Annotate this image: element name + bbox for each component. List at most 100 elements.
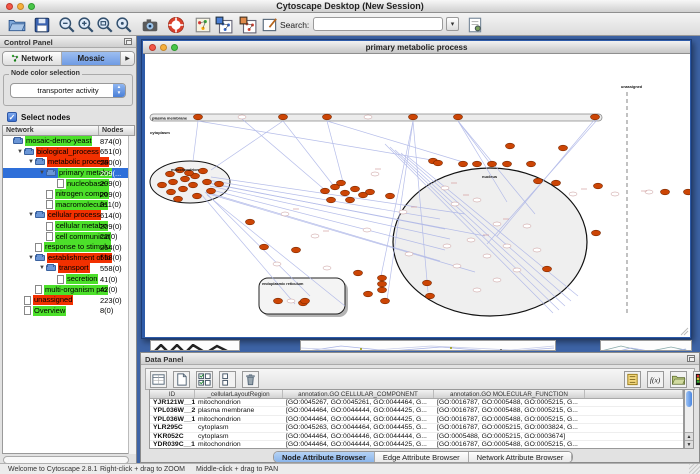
app-titlebar: Cytoscape Desktop (New Session): [0, 0, 700, 13]
search-input[interactable]: [313, 17, 443, 31]
layout-network-b-icon[interactable]: [239, 16, 257, 34]
attribute-list-icon[interactable]: [624, 371, 641, 388]
expand-arrow-icon[interactable]: ▼: [27, 255, 35, 261]
expand-arrow-icon[interactable]: ▼: [38, 170, 46, 176]
network-leaf-icon: [46, 232, 53, 241]
tree-item[interactable]: unassigned223(0): [3, 295, 128, 306]
formula-fx-icon[interactable]: f(x): [647, 371, 664, 388]
unselect-all-attributes-icon[interactable]: [219, 371, 236, 388]
table-row[interactable]: YPL036W__1mitochondrion[GO:0044464, GO:0…: [150, 416, 683, 424]
tree-item[interactable]: ▼transport558(0): [3, 263, 128, 274]
open-file-icon[interactable]: [8, 16, 26, 34]
scrollbar-thumb[interactable]: [686, 391, 692, 407]
network-leaf-icon: [46, 190, 53, 199]
minimize-window-icon[interactable]: [17, 3, 24, 10]
control-panel: Control Panel Network Mosaic ▶ Node colo…: [0, 36, 137, 463]
network-tree-header[interactable]: Network Nodes: [2, 125, 135, 136]
layout-network-a-icon[interactable]: [215, 16, 233, 34]
zoom-out-icon[interactable]: [58, 16, 76, 34]
delete-attribute-trash-icon[interactable]: [242, 371, 259, 388]
network-view-window[interactable]: primary metabolic process: [141, 39, 692, 339]
select-nodes-checkbox[interactable]: ✓: [7, 112, 17, 122]
tree-item-selected[interactable]: ▼primary metabo209(...: [3, 168, 128, 179]
tree-item[interactable]: ▼biological_process651(0): [3, 147, 128, 158]
tab-node-attribute-browser[interactable]: Node Attribute Browser: [274, 452, 375, 462]
zoom-fit-icon[interactable]: [96, 16, 114, 34]
zoom-view-icon[interactable]: [171, 44, 178, 51]
resize-grip[interactable]: [689, 464, 700, 474]
snapshot-camera-icon[interactable]: [140, 16, 160, 34]
table-row[interactable]: YKR052Ccytoplasm[GO:0044464, GO:0044446,…: [150, 433, 683, 441]
select-all-attributes-icon[interactable]: [196, 371, 213, 388]
window-controls[interactable]: [6, 3, 35, 10]
tree-item[interactable]: cell communicat22(0): [3, 231, 128, 242]
tree-item[interactable]: ▼metabolic process280(0): [3, 157, 128, 168]
float-panel-icon[interactable]: [687, 355, 695, 362]
help-lifesaver-icon[interactable]: [167, 16, 185, 34]
minimize-view-icon[interactable]: [160, 44, 167, 51]
background-window-fragment[interactable]: [600, 340, 692, 351]
table-row[interactable]: YJR121W__1mitochondrion[GO:0045267, GO:0…: [150, 399, 683, 407]
attribute-table[interactable]: ID _cellularLayoutRegion annotation.GO C…: [149, 389, 684, 449]
tab-network[interactable]: Network: [3, 52, 62, 65]
tab-edge-attribute-browser[interactable]: Edge Attribute Browser: [375, 452, 469, 462]
search-dropdown-icon[interactable]: ▾: [446, 17, 459, 31]
select-attributes-icon[interactable]: [150, 371, 167, 388]
expand-arrow-icon[interactable]: ▼: [38, 265, 46, 271]
col-molecular-function: annotation.GO MOLECULAR_FUNCTION: [434, 390, 585, 398]
tree-item[interactable]: nucleobase-209(0): [3, 178, 128, 189]
plasma-membrane-region: [150, 114, 602, 121]
node-color-dropdown[interactable]: transporter activity ▲▼: [10, 83, 126, 98]
cytoplasm-label: cytoplasm: [150, 130, 170, 135]
tree-item[interactable]: macromolecule311(0): [3, 200, 128, 211]
canvas-resize-grip[interactable]: [681, 328, 688, 335]
select-nodes-row: ✓ Select nodes: [7, 111, 70, 123]
network-overview-icon[interactable]: [194, 16, 212, 34]
folder-icon: [35, 255, 45, 261]
expand-arrow-icon[interactable]: ▼: [27, 159, 35, 165]
tab-mosaic[interactable]: Mosaic: [62, 52, 121, 65]
annotation-icon[interactable]: [261, 16, 279, 34]
tree-item[interactable]: response to stimulu264(0): [3, 242, 128, 253]
attribute-table-header[interactable]: ID _cellularLayoutRegion annotation.GO C…: [150, 390, 683, 399]
network-canvas[interactable]: plasma membrane cytoplasm mitochondrion …: [145, 54, 690, 337]
tree-item[interactable]: ▼cellular process614(0): [3, 210, 128, 221]
table-row[interactable]: YLR295Ccytoplasm[GO:0045263, GO:0044464,…: [150, 424, 683, 432]
heatmap-matrix-icon[interactable]: [693, 371, 700, 388]
close-view-icon[interactable]: [149, 44, 156, 51]
tree-item-label: secretion: [66, 274, 98, 284]
zoom-selected-icon[interactable]: [115, 16, 133, 34]
status-welcome: Welcome to Cytoscape 2.8.1: [8, 466, 97, 473]
table-row[interactable]: YPL036W__2plasma membrane[GO:0044464, GO…: [150, 407, 683, 415]
dropdown-stepper-icon[interactable]: ▲▼: [113, 84, 125, 97]
tree-item[interactable]: Overview8(0): [3, 306, 128, 317]
table-vertical-scrollbar[interactable]: ▲ ▼: [684, 389, 694, 449]
expand-arrow-icon[interactable]: ▼: [27, 212, 35, 218]
float-panel-icon[interactable]: [124, 38, 132, 45]
create-attribute-icon[interactable]: [173, 371, 190, 388]
tree-vertical-scrollbar[interactable]: [128, 136, 136, 454]
control-panel-title: Control Panel: [4, 38, 53, 47]
table-row[interactable]: YDR039C__1mitochondrion[GO:0044464, GO:0…: [150, 441, 683, 449]
scroll-up-icon[interactable]: ▲: [685, 432, 693, 440]
background-window-fragment[interactable]: [150, 340, 240, 351]
expand-arrow-icon[interactable]: ▼: [16, 149, 24, 155]
tree-item[interactable]: secretion41(0): [3, 274, 128, 285]
tree-item[interactable]: cellular metabo209(0): [3, 221, 128, 232]
search-config-icon[interactable]: [466, 16, 484, 34]
tab-network-attribute-browser[interactable]: Network Attribute Browser: [469, 452, 573, 462]
tree-item[interactable]: ▼establishment of lo558(0): [3, 253, 128, 264]
tree-item[interactable]: nitrogen compo209(0): [3, 189, 128, 200]
network-leaf-icon: [24, 296, 31, 305]
background-window-fragment[interactable]: [300, 340, 556, 351]
import-attributes-folder-icon[interactable]: [670, 371, 687, 388]
tree-item[interactable]: multi-organism pro42(0): [3, 284, 128, 295]
scroll-down-icon[interactable]: ▼: [685, 440, 693, 448]
tab-overflow-icon[interactable]: ▶: [121, 52, 134, 65]
tree-item[interactable]: mosaic-demo-yeast874(0): [3, 136, 128, 147]
zoom-window-icon[interactable]: [28, 3, 35, 10]
save-session-icon[interactable]: [33, 16, 51, 34]
close-window-icon[interactable]: [6, 3, 13, 10]
zoom-in-icon[interactable]: [77, 16, 95, 34]
network-window-titlebar[interactable]: primary metabolic process: [143, 41, 690, 54]
